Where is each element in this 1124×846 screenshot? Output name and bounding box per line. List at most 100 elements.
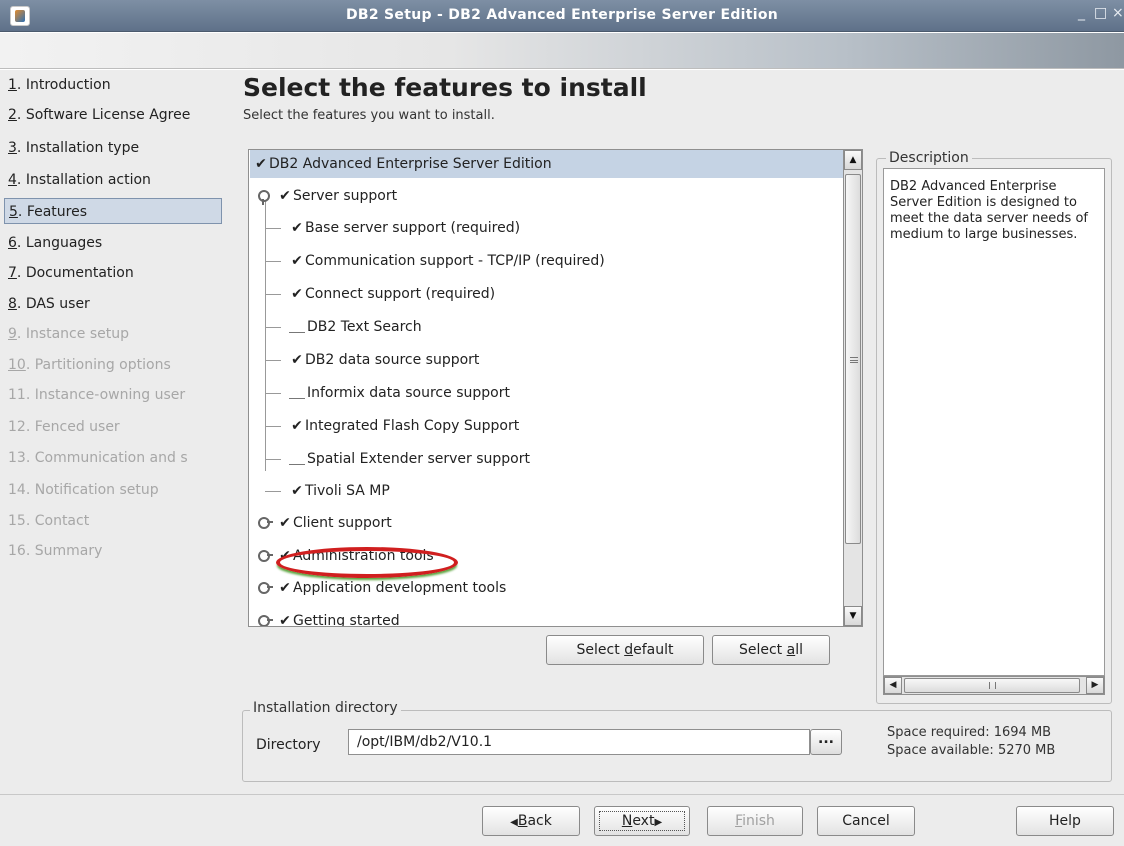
tree-connector (265, 294, 281, 295)
description-legend: Description (886, 150, 972, 166)
scroll-left-icon[interactable]: ◀ (884, 677, 902, 694)
checkbox-checked-icon[interactable]: ✔ (289, 247, 305, 275)
expand-toggle-icon[interactable] (257, 549, 273, 563)
scrollbar-thumb[interactable] (845, 174, 861, 544)
tree-item-getting-started[interactable]: ✔ Getting started (257, 607, 400, 626)
checkbox-checked-icon[interactable]: ✔ (289, 346, 305, 374)
tree-item-root[interactable]: ✔ DB2 Advanced Enterprise Server Edition (250, 150, 845, 178)
expand-toggle-icon[interactable] (257, 581, 273, 595)
minimize-icon[interactable]: _ (1078, 5, 1085, 21)
browse-button[interactable]: ... (810, 729, 842, 755)
expand-toggle-icon[interactable] (257, 189, 271, 205)
checkbox-unchecked-icon[interactable] (289, 386, 305, 399)
tree-connector (265, 228, 281, 229)
tree-connector (265, 426, 281, 427)
select-default-button[interactable]: Select default (546, 635, 704, 665)
step-introduction[interactable]: 1. Introduction (4, 72, 222, 98)
checkbox-checked-icon[interactable]: ✔ (277, 574, 293, 602)
tree-item-db2-data-source[interactable]: ✔ DB2 data source support (289, 346, 479, 374)
checkbox-checked-icon[interactable]: ✔ (277, 607, 293, 626)
checkbox-checked-icon[interactable]: ✔ (289, 412, 305, 440)
cancel-button[interactable]: Cancel (817, 806, 915, 836)
step-software-license[interactable]: 2. Software License Agree (4, 102, 222, 128)
next-arrow-icon: ▶ (654, 817, 663, 828)
tree-item-server-support[interactable]: ✔ Server support (257, 182, 397, 210)
tree-item-communication[interactable]: ✔ Communication support - TCP/IP (require… (289, 247, 605, 275)
checkbox-checked-icon[interactable]: ✔ (289, 477, 305, 505)
close-icon[interactable]: × (1112, 5, 1124, 21)
checkbox-checked-icon[interactable]: ✔ (277, 182, 293, 210)
step-features[interactable]: 5. Features (4, 198, 222, 224)
step-contact: 15. Contact (8, 513, 90, 529)
expand-toggle-icon[interactable] (257, 614, 273, 626)
title-bar: DB2 Setup - DB2 Advanced Enterprise Serv… (0, 0, 1124, 32)
header-banner (0, 33, 1124, 69)
back-arrow-icon: ◀ (510, 817, 518, 828)
step-instance-owning-user: 11. Instance-owning user (8, 387, 186, 403)
step-documentation[interactable]: 7. Documentation (4, 260, 222, 286)
expand-toggle-icon[interactable] (257, 516, 273, 530)
help-button[interactable]: Help (1016, 806, 1114, 836)
step-instance-setup: 9. Instance setup (8, 326, 129, 342)
step-notification-setup: 14. Notification setup (8, 482, 159, 498)
tree-item-tivoli-sa-mp[interactable]: ✔ Tivoli SA MP (289, 477, 390, 505)
step-installation-type[interactable]: 3. Installation type (4, 135, 222, 161)
tree-item-flash-copy[interactable]: ✔ Integrated Flash Copy Support (289, 412, 519, 440)
step-das-user[interactable]: 8. DAS user (4, 291, 222, 317)
space-required: Space required: 1694 MB (887, 725, 1052, 740)
tree-connector (265, 491, 281, 492)
wizard-step-list: 1. Introduction 2. Software License Agre… (0, 70, 224, 794)
checkbox-checked-icon[interactable]: ✔ (289, 214, 305, 242)
description-horizontal-scrollbar[interactable]: ◀ ▶ (883, 676, 1105, 695)
space-available: Space available: 5270 MB (887, 743, 1056, 758)
tree-connector (265, 459, 281, 460)
tree-connector (265, 261, 281, 262)
tree-item-base-server[interactable]: ✔ Base server support (required) (289, 214, 520, 242)
select-all-button[interactable]: Select all (712, 635, 830, 665)
wizard-footer: ◀Back Next▶ Finish Cancel Help (0, 794, 1124, 846)
back-button[interactable]: ◀Back (482, 806, 580, 836)
scroll-right-icon[interactable]: ▶ (1086, 677, 1104, 694)
tree-item-text-search[interactable]: DB2 Text Search (289, 313, 422, 341)
main-panel: 1. Introduction 2. Software License Agre… (0, 70, 1124, 794)
checkbox-unchecked-icon[interactable] (289, 320, 305, 333)
tree-item-admin-tools[interactable]: ✔ Administration tools (257, 542, 434, 570)
step-languages[interactable]: 6. Languages (4, 230, 222, 256)
grip-icon (850, 357, 858, 363)
maximize-icon[interactable]: □ (1094, 5, 1107, 21)
checkbox-checked-icon[interactable]: ✔ (277, 542, 293, 570)
scrollbar-thumb[interactable] (904, 678, 1080, 693)
step-communication: 13. Communication and s (8, 450, 188, 466)
scroll-up-icon[interactable]: ▲ (844, 150, 862, 170)
step-partitioning-options: 10. Partitioning options (8, 357, 171, 373)
tree-vertical-scrollbar[interactable]: ▲ ▼ (843, 149, 863, 627)
tree-connector-line (265, 196, 266, 471)
tree-item-spatial-extender[interactable]: Spatial Extender server support (289, 445, 530, 473)
finish-button: Finish (707, 806, 803, 836)
feature-tree[interactable]: ✔ DB2 Advanced Enterprise Server Edition … (248, 149, 863, 627)
directory-input[interactable]: /opt/IBM/db2/V10.1 (348, 729, 810, 755)
checkbox-checked-icon[interactable]: ✔ (253, 150, 269, 178)
directory-label: Directory (256, 737, 321, 753)
checkbox-unchecked-icon[interactable] (289, 452, 305, 465)
step-installation-action[interactable]: 4. Installation action (4, 167, 222, 193)
tree-item-connect[interactable]: ✔ Connect support (required) (289, 280, 495, 308)
checkbox-checked-icon[interactable]: ✔ (289, 280, 305, 308)
installation-directory-legend: Installation directory (250, 700, 401, 716)
step-fenced-user: 12. Fenced user (8, 419, 120, 435)
tree-connector (265, 360, 281, 361)
tree-connector (265, 327, 281, 328)
tree-connector (265, 393, 281, 394)
tree-item-informix[interactable]: Informix data source support (289, 379, 510, 407)
scroll-down-icon[interactable]: ▼ (844, 606, 862, 626)
checkbox-checked-icon[interactable]: ✔ (277, 509, 293, 537)
grip-icon (989, 682, 996, 689)
description-text: DB2 Advanced Enterprise Server Edition i… (883, 168, 1105, 676)
next-button[interactable]: Next▶ (594, 806, 690, 836)
window-title: DB2 Setup - DB2 Advanced Enterprise Serv… (345, 7, 779, 23)
tree-item-client-support[interactable]: ✔ Client support (257, 509, 392, 537)
page-title: Select the features to install (243, 73, 647, 102)
page-subtitle: Select the features you want to install. (243, 108, 495, 123)
step-summary: 16. Summary (8, 543, 103, 559)
tree-item-app-dev-tools[interactable]: ✔ Application development tools (257, 574, 506, 602)
